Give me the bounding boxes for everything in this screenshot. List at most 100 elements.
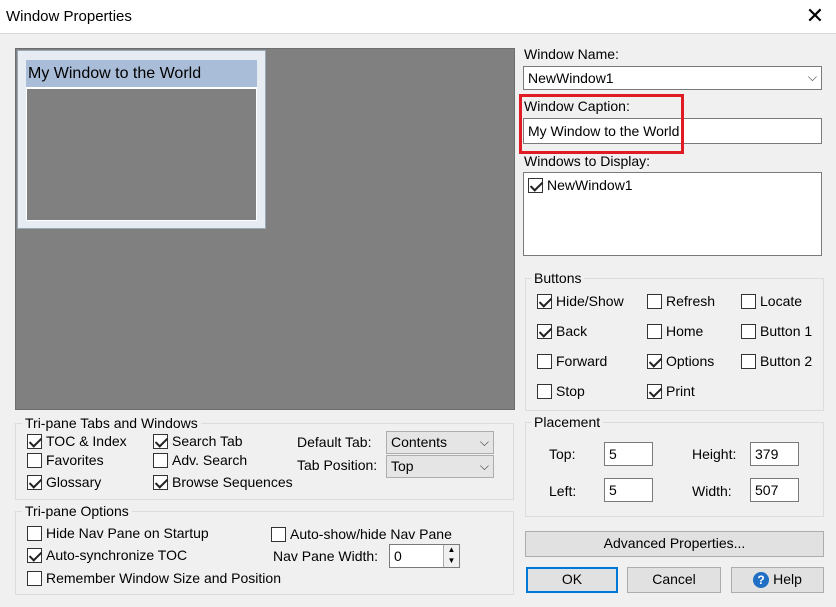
checkbox-label: Browse Sequences <box>172 474 293 490</box>
window-name-combo[interactable]: NewWindow1 ⌵ <box>523 66 822 90</box>
home-checkbox[interactable]: Home <box>647 323 703 339</box>
checkbox-label: Back <box>556 323 588 339</box>
options-checkbox[interactable]: Options <box>647 353 714 369</box>
list-item[interactable]: NewWindow1 <box>528 177 633 193</box>
checkbox-label: Options <box>666 353 715 369</box>
checkbox[interactable] <box>27 433 42 449</box>
checkbox[interactable] <box>153 433 168 449</box>
checkbox-label: Locate <box>760 293 803 309</box>
preview-window-caption: My Window to the World <box>26 60 257 88</box>
auto-sync-toc-checkbox[interactable]: Auto-synchronize TOC <box>27 547 187 563</box>
favorites-checkbox[interactable]: Favorites <box>27 452 104 468</box>
advanced-properties-button[interactable]: Advanced Properties... <box>525 531 824 557</box>
left-input[interactable]: 5 <box>604 478 653 502</box>
checkbox-label: Stop <box>556 383 585 399</box>
close-icon[interactable]: ✕ <box>800 2 830 30</box>
checkbox[interactable] <box>647 323 662 339</box>
height-label: Height: <box>692 446 737 462</box>
checkbox-label: Hide/Show <box>556 293 624 309</box>
checkbox[interactable] <box>741 353 756 369</box>
height-input[interactable]: 379 <box>750 442 799 466</box>
checkbox[interactable] <box>537 293 552 309</box>
tripane-options-title: Tri-pane Options <box>22 503 132 519</box>
checkbox-label: Glossary <box>46 474 102 490</box>
spin-down-icon[interactable]: ▼ <box>444 556 459 567</box>
cancel-button[interactable]: Cancel <box>627 567 721 593</box>
hide-nav-pane-checkbox[interactable]: Hide Nav Pane on Startup <box>27 525 209 541</box>
width-input[interactable]: 507 <box>750 478 799 502</box>
windows-to-display-label: Windows to Display: <box>524 153 651 169</box>
search-tab-checkbox[interactable]: Search Tab <box>153 433 243 449</box>
back-checkbox[interactable]: Back <box>537 323 587 339</box>
checkbox-label: Search Tab <box>172 433 243 449</box>
adv-search-checkbox[interactable]: Adv. Search <box>153 452 247 468</box>
nav-pane-width-label: Nav Pane Width: <box>273 548 379 564</box>
remember-size-checkbox[interactable]: Remember Window Size and Position <box>27 570 281 586</box>
checkbox[interactable] <box>27 570 42 586</box>
checkbox[interactable] <box>153 452 168 468</box>
checkbox[interactable] <box>537 383 552 399</box>
chevron-down-icon[interactable]: ⌵ <box>480 459 489 474</box>
checkbox[interactable] <box>27 452 42 468</box>
left-label: Left: <box>549 483 577 499</box>
checkbox[interactable] <box>537 323 552 339</box>
forward-checkbox[interactable]: Forward <box>537 353 607 369</box>
checkbox[interactable] <box>27 474 42 490</box>
help-label: Help <box>773 571 802 587</box>
tab-position-select[interactable]: Top ⌵ <box>386 455 494 478</box>
chevron-down-icon[interactable]: ⌵ <box>808 70 817 85</box>
checkbox[interactable] <box>528 177 543 193</box>
checkbox-label: Auto-show/hide Nav Pane <box>290 526 452 542</box>
hide-show-checkbox[interactable]: Hide/Show <box>537 293 624 309</box>
toc-index-checkbox[interactable]: TOC & Index <box>27 433 127 449</box>
checkbox-label: Auto-synchronize TOC <box>46 547 188 563</box>
preview-window-body <box>26 88 257 221</box>
top-label: Top: <box>549 446 576 462</box>
checkbox[interactable] <box>741 323 756 339</box>
checkbox-label: Home <box>666 323 704 339</box>
chevron-down-icon[interactable]: ⌵ <box>480 435 489 450</box>
button2-checkbox[interactable]: Button 2 <box>741 353 812 369</box>
checkbox-label: Remember Window Size and Position <box>46 570 281 586</box>
highlight-annotation <box>519 94 684 154</box>
windows-to-display-list[interactable]: NewWindow1 <box>523 172 822 256</box>
refresh-checkbox[interactable]: Refresh <box>647 293 715 309</box>
tab-position-label: Tab Position: <box>297 457 378 473</box>
ok-button[interactable]: OK <box>526 567 618 593</box>
top-input[interactable]: 5 <box>604 442 653 466</box>
browse-sequences-checkbox[interactable]: Browse Sequences <box>153 474 293 490</box>
auto-show-hide-checkbox[interactable]: Auto-show/hide Nav Pane <box>271 526 452 542</box>
checkbox-label: Button 2 <box>760 353 813 369</box>
help-button[interactable]: ? Help <box>731 567 824 593</box>
help-icon: ? <box>753 572 770 589</box>
nav-pane-width-value: 0 <box>394 548 402 564</box>
glossary-checkbox[interactable]: Glossary <box>27 474 101 490</box>
checkbox[interactable] <box>153 474 168 490</box>
spinner-arrows[interactable]: ▲ ▼ <box>443 545 459 567</box>
window-name-value: NewWindow1 <box>528 70 614 86</box>
nav-pane-width-spinner[interactable]: 0 ▲ ▼ <box>389 544 460 568</box>
button1-checkbox[interactable]: Button 1 <box>741 323 812 339</box>
checkbox[interactable] <box>271 526 286 542</box>
checkbox[interactable] <box>537 353 552 369</box>
checkbox[interactable] <box>27 547 42 563</box>
checkbox-label: Favorites <box>46 452 104 468</box>
checkbox[interactable] <box>647 293 662 309</box>
default-tab-select[interactable]: Contents ⌵ <box>386 431 494 454</box>
checkbox-label: Button 1 <box>760 323 813 339</box>
spin-up-icon[interactable]: ▲ <box>444 545 459 556</box>
checkbox[interactable] <box>647 353 662 369</box>
checkbox-label: Adv. Search <box>172 452 248 468</box>
default-tab-value: Contents <box>391 434 448 450</box>
tab-position-value: Top <box>391 458 414 474</box>
checkbox-label: Refresh <box>666 293 716 309</box>
stop-checkbox[interactable]: Stop <box>537 383 585 399</box>
checkbox-label: Forward <box>556 353 608 369</box>
checkbox[interactable] <box>27 525 42 541</box>
checkbox[interactable] <box>647 383 662 399</box>
print-checkbox[interactable]: Print <box>647 383 695 399</box>
checkbox[interactable] <box>741 293 756 309</box>
locate-checkbox[interactable]: Locate <box>741 293 802 309</box>
buttons-group-title: Buttons <box>531 270 585 286</box>
width-label: Width: <box>692 483 732 499</box>
